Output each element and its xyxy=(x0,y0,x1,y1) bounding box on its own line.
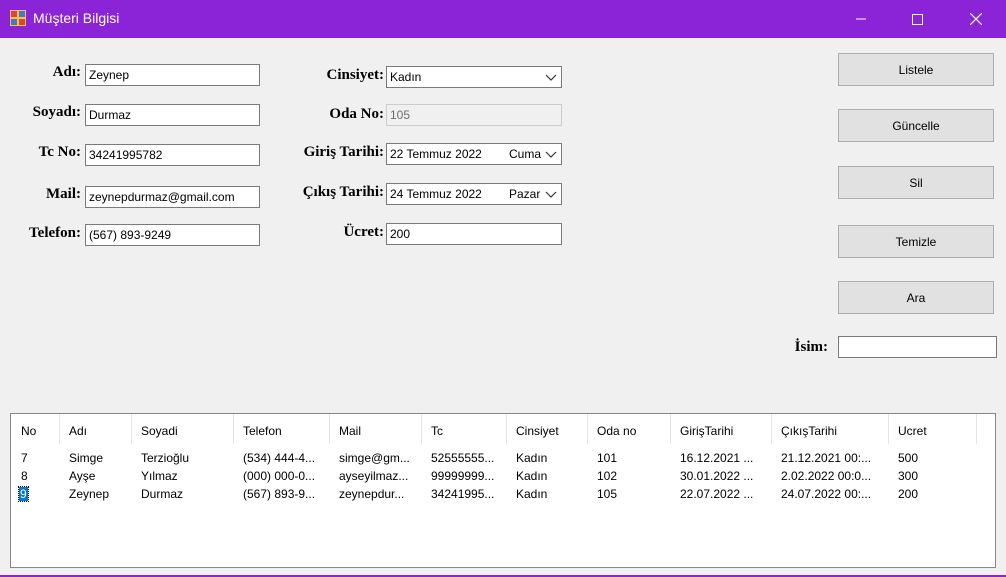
cell-cinsiyet: Kadın xyxy=(516,487,548,501)
listele-button[interactable]: Listele xyxy=(838,53,994,86)
soyadi-input[interactable]: Durmaz xyxy=(85,104,260,126)
column-header[interactable]: GirişTarihi xyxy=(680,424,733,438)
close-icon xyxy=(970,13,982,25)
cell-giris-tarihi: 30.01.2022 ... xyxy=(680,469,754,483)
column-header[interactable]: Mail xyxy=(339,424,361,438)
cell-cikis-tarihi: 24.07.2022 00:... xyxy=(781,487,872,501)
chevron-down-icon xyxy=(545,74,557,81)
cinsiyet-label: Cinsiyet: xyxy=(326,67,385,83)
oda-no-input[interactable]: 105 xyxy=(386,104,562,126)
ucret-input[interactable]: 200 xyxy=(386,223,562,245)
column-header[interactable]: Adı xyxy=(69,424,87,438)
soyadi-label: Soyadı: xyxy=(32,104,81,120)
cell-oda-no: 102 xyxy=(597,469,618,483)
tc-input[interactable]: 34241995782 xyxy=(85,144,260,166)
minimize-button[interactable] xyxy=(838,0,884,38)
column-header[interactable]: Soyadi xyxy=(141,424,178,438)
cell-oda-no: 101 xyxy=(597,451,618,465)
temizle-button[interactable]: Temizle xyxy=(838,225,994,258)
maximize-icon xyxy=(911,13,923,25)
cell-telefon: (000) 000-0... xyxy=(243,469,316,483)
cell-adi: Simge xyxy=(69,451,104,465)
title-bar: Müşteri Bilgisi xyxy=(0,0,1006,38)
chevron-down-icon xyxy=(545,151,557,158)
cell-tc: 52555555... xyxy=(431,451,495,465)
isim-search-input[interactable] xyxy=(838,336,997,358)
cinsiyet-select[interactable]: Kadın xyxy=(386,66,562,88)
cell-cikis-tarihi: 2.02.2022 00:0... xyxy=(781,469,872,483)
column-header[interactable]: ÇıkışTarihi xyxy=(781,424,837,438)
cell-ucret: 300 xyxy=(898,469,919,483)
tc-label: Tc No: xyxy=(38,144,81,160)
cell-cinsiyet: Kadın xyxy=(516,469,548,483)
cikis-tarihi-label: Çıkış Tarihi: xyxy=(302,184,384,200)
column-header[interactable]: Oda no xyxy=(597,424,636,438)
column-header[interactable]: Cinsiyet xyxy=(516,424,559,438)
cell-mail: zeynepdur... xyxy=(339,487,405,501)
minimize-icon xyxy=(856,18,866,20)
cell-telefon: (567) 893-9... xyxy=(243,487,316,501)
cell-no: 9 xyxy=(18,486,29,502)
cell-tc: 99999999... xyxy=(431,469,495,483)
guncelle-button[interactable]: Güncelle xyxy=(838,109,994,142)
cell-adi: Zeynep xyxy=(69,487,110,501)
cell-soyadi: Durmaz xyxy=(141,487,184,501)
cell-giris-tarihi: 22.07.2022 ... xyxy=(680,487,754,501)
mail-input[interactable]: zeynepdurmaz@gmail.com xyxy=(85,186,260,208)
giris-tarihi-day: Cuma xyxy=(509,147,542,161)
cell-no: 8 xyxy=(21,469,28,483)
cell-soyadi: Yılmaz xyxy=(141,469,178,483)
table-row[interactable]: 7 Simge Terzioğlu (534) 444-4... simge@g… xyxy=(11,450,995,467)
app-icon xyxy=(10,10,26,26)
column-header[interactable]: Tc xyxy=(431,424,443,438)
giris-tarihi-value: 22 Temmuz 2022 xyxy=(390,147,482,161)
customer-list[interactable]: No Adı Soyadi Telefon Mail Tc Cinsiyet O… xyxy=(10,413,996,568)
giris-tarihi-picker[interactable]: 22 Temmuz 2022 Cuma xyxy=(386,143,562,165)
ucret-label: Ücret: xyxy=(343,224,384,240)
cell-cikis-tarihi: 21.12.2021 00:... xyxy=(781,451,872,465)
giris-tarihi-label: Giriş Tarihi: xyxy=(303,144,384,160)
close-button[interactable] xyxy=(953,0,999,38)
cikis-tarihi-day: Pazar xyxy=(509,187,541,201)
oda-no-label: Oda No: xyxy=(329,106,384,122)
column-header[interactable]: No xyxy=(21,424,36,438)
cikis-tarihi-picker[interactable]: 24 Temmuz 2022 Pazar xyxy=(386,183,562,205)
mail-label: Mail: xyxy=(46,186,81,202)
adi-label: Adı: xyxy=(52,64,81,80)
cell-ucret: 200 xyxy=(898,487,919,501)
table-row[interactable]: 8 Ayşe Yılmaz (000) 000-0... ayseyilmaz.… xyxy=(11,468,995,485)
cell-soyadi: Terzioğlu xyxy=(141,451,190,465)
isim-label: İsim: xyxy=(794,339,828,355)
cell-mail: simge@gm... xyxy=(339,451,410,465)
cell-tc: 34241995... xyxy=(431,487,495,501)
column-header[interactable]: Telefon xyxy=(243,424,282,438)
ara-button[interactable]: Ara xyxy=(838,281,994,314)
maximize-button[interactable] xyxy=(894,0,940,38)
cell-telefon: (534) 444-4... xyxy=(243,451,316,465)
chevron-down-icon xyxy=(545,191,557,198)
cinsiyet-value: Kadın xyxy=(390,70,422,84)
telefon-label: Telefon: xyxy=(29,225,81,241)
cell-mail: ayseyilmaz... xyxy=(339,469,409,483)
cell-oda-no: 105 xyxy=(597,487,618,501)
cikis-tarihi-value: 24 Temmuz 2022 xyxy=(390,187,482,201)
table-row-selected[interactable]: 9 Zeynep Durmaz (567) 893-9... zeynepdur… xyxy=(11,486,995,503)
window-title: Müşteri Bilgisi xyxy=(33,10,120,26)
sil-button[interactable]: Sil xyxy=(838,166,994,199)
cell-giris-tarihi: 16.12.2021 ... xyxy=(680,451,754,465)
cell-adi: Ayşe xyxy=(69,469,96,483)
cell-ucret: 500 xyxy=(898,451,919,465)
cell-cinsiyet: Kadın xyxy=(516,451,548,465)
adi-input[interactable]: Zeynep xyxy=(85,64,260,86)
telefon-input[interactable]: (567) 893-9249 xyxy=(85,224,260,246)
column-header[interactable]: Ucret xyxy=(898,424,927,438)
cell-no: 7 xyxy=(21,451,28,465)
